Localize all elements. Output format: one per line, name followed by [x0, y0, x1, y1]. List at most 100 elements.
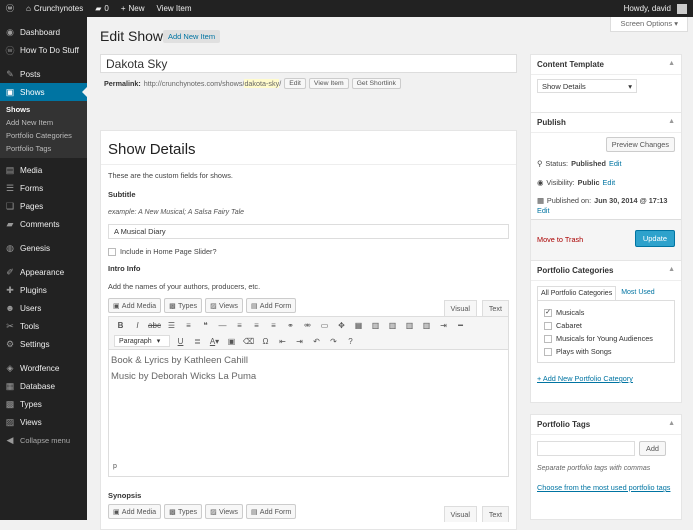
redo-icon[interactable]: ↷ — [327, 337, 340, 346]
numbered-list-icon[interactable]: ≡ — [182, 321, 195, 330]
wordpress-logo[interactable]: ⓦ — [0, 0, 20, 17]
menu-appearance[interactable]: ✐ Appearance — [0, 263, 87, 281]
view-item-button[interactable]: View Item — [308, 78, 349, 89]
toggle-arrow-icon[interactable]: ▲ — [668, 60, 675, 69]
toggle-arrow-icon[interactable]: ▲ — [668, 266, 675, 275]
menu-pages[interactable]: ❑ Pages — [0, 197, 87, 215]
add-form-button[interactable]: ▤ Add Form — [246, 298, 297, 313]
screen-options-button[interactable]: Screen Options ▾ — [610, 17, 688, 32]
edit-status-link[interactable]: Edit — [609, 159, 622, 168]
align-center-icon[interactable]: ≡ — [250, 321, 263, 330]
menu-posts[interactable]: ✎ Posts — [0, 65, 87, 83]
category-checkbox[interactable] — [544, 334, 552, 343]
format-select[interactable]: Paragraph ▾ — [114, 335, 170, 347]
strikethrough-icon[interactable]: abc — [148, 321, 161, 330]
synopsis-types-button[interactable]: ▩ Types — [164, 504, 203, 519]
outdent-icon[interactable]: ⇤ — [276, 337, 289, 346]
column-icon[interactable]: ▥ — [369, 321, 382, 330]
add-tag-button[interactable]: Add — [639, 441, 666, 456]
slider-checkbox[interactable] — [108, 247, 116, 256]
special-char-icon[interactable]: Ω — [259, 337, 272, 346]
menu-tools[interactable]: ✂ Tools — [0, 317, 87, 335]
synopsis-views-button[interactable]: ▨ Views — [205, 504, 243, 519]
preview-changes-button[interactable]: Preview Changes — [605, 137, 675, 152]
template-select[interactable]: Show Details ▾ — [537, 79, 637, 93]
tab-most-used[interactable]: Most Used — [616, 286, 659, 300]
tab-text[interactable]: Text — [481, 300, 509, 316]
tab-visual[interactable]: Visual — [443, 300, 477, 316]
column-4-icon[interactable]: ▥ — [420, 321, 433, 330]
category-checkbox[interactable] — [544, 347, 552, 356]
menu-views[interactable]: ▨ Views — [0, 413, 87, 431]
bullet-list-icon[interactable]: ☰ — [165, 321, 178, 330]
text-color-icon[interactable]: A▾ — [208, 337, 221, 346]
tag-input[interactable] — [537, 441, 635, 456]
edit-date-link[interactable]: Edit — [537, 206, 550, 215]
post-title-input[interactable]: Dakota Sky — [100, 54, 517, 73]
menu-types[interactable]: ▩ Types — [0, 395, 87, 413]
synopsis-add-media-button[interactable]: ▣ Add Media — [108, 504, 162, 519]
kitchen-sink-icon[interactable]: ▦ — [352, 321, 365, 330]
add-media-button[interactable]: ▣ Add Media — [108, 298, 162, 313]
menu-how-to[interactable]: ⓦ How To Do Stuff — [0, 41, 87, 59]
tab-all-categories[interactable]: All Portfolio Categories — [537, 286, 617, 300]
menu-settings[interactable]: ⚙ Settings — [0, 335, 87, 353]
submenu-shows[interactable]: Shows — [0, 103, 87, 116]
subtitle-input[interactable]: A Musical Diary — [108, 224, 509, 239]
underline-icon[interactable]: U — [174, 337, 187, 346]
choose-tags-link[interactable]: Choose from the most used portfolio tags — [537, 483, 675, 492]
justify-icon[interactable]: ≣ — [191, 337, 204, 346]
align-right-icon[interactable]: ≡ — [267, 321, 280, 330]
paste-text-icon[interactable]: ▣ — [225, 337, 238, 346]
column-2-icon[interactable]: ▥ — [386, 321, 399, 330]
collapse-menu[interactable]: ◀ Collapse menu — [0, 431, 87, 449]
bold-icon[interactable]: B — [114, 321, 127, 330]
link-icon[interactable]: ⚭ — [284, 321, 297, 330]
undo-icon[interactable]: ↶ — [310, 337, 323, 346]
intro-editor[interactable]: Book & Lyrics by Kathleen Cahill Music b… — [108, 350, 509, 477]
synopsis-add-form-button[interactable]: ▤ Add Form — [246, 504, 297, 519]
toggle-arrow-icon[interactable]: ▲ — [668, 118, 675, 127]
category-item[interactable]: Plays with Songs — [544, 345, 668, 358]
indent-icon[interactable]: ⇥ — [293, 337, 306, 346]
update-button[interactable]: Update — [634, 230, 675, 247]
types-button[interactable]: ▩ Types — [164, 298, 203, 313]
edit-permalink-button[interactable]: Edit — [284, 78, 306, 89]
submenu-add-new[interactable]: Add New Item — [0, 116, 87, 129]
align-left-icon[interactable]: ≡ — [233, 321, 246, 330]
site-name-link[interactable]: ⌂ Crunchynotes — [20, 0, 89, 17]
line-icon[interactable]: ━ — [454, 321, 467, 330]
submenu-tags[interactable]: Portfolio Tags — [0, 142, 87, 155]
new-content-link[interactable]: + New — [115, 0, 151, 17]
italic-icon[interactable]: I — [131, 321, 144, 330]
category-item[interactable]: ✓ Musicals — [544, 306, 668, 319]
menu-database[interactable]: ▦ Database — [0, 377, 87, 395]
menu-media[interactable]: ▤ Media — [0, 161, 87, 179]
category-item[interactable]: Musicals for Young Audiences — [544, 332, 668, 345]
menu-comments[interactable]: ▰ Comments — [0, 215, 87, 233]
indent-icon[interactable]: ⇥ — [437, 321, 450, 330]
menu-plugins[interactable]: ✚ Plugins — [0, 281, 87, 299]
move-to-trash-link[interactable]: Move to Trash — [537, 235, 583, 244]
unlink-icon[interactable]: ⚮ — [301, 321, 314, 330]
comments-link[interactable]: ▰ 0 — [89, 0, 115, 17]
toggle-arrow-icon[interactable]: ▲ — [668, 420, 675, 429]
fullscreen-icon[interactable]: ✥ — [335, 321, 348, 330]
menu-shows[interactable]: ▣ Shows — [0, 83, 87, 101]
category-checkbox[interactable] — [544, 321, 552, 330]
menu-forms[interactable]: ☰ Forms — [0, 179, 87, 197]
view-item-link[interactable]: View Item — [151, 0, 198, 17]
category-item[interactable]: Cabaret — [544, 319, 668, 332]
add-new-item-button[interactable]: Add New Item — [163, 30, 221, 43]
blockquote-icon[interactable]: ❝ — [199, 321, 212, 330]
column-3-icon[interactable]: ▥ — [403, 321, 416, 330]
add-category-link[interactable]: + Add New Portfolio Category — [537, 374, 675, 383]
hr-icon[interactable]: — — [216, 321, 229, 330]
permalink-slug[interactable]: dakota-sky — [244, 79, 280, 88]
menu-dashboard[interactable]: ◉ Dashboard — [0, 23, 87, 41]
get-shortlink-button[interactable]: Get Shortlink — [351, 78, 401, 89]
edit-visibility-link[interactable]: Edit — [603, 178, 616, 187]
account-menu[interactable]: Howdy, david — [618, 0, 693, 17]
clear-format-icon[interactable]: ⌫ — [242, 337, 255, 346]
help-icon[interactable]: ? — [344, 337, 357, 346]
